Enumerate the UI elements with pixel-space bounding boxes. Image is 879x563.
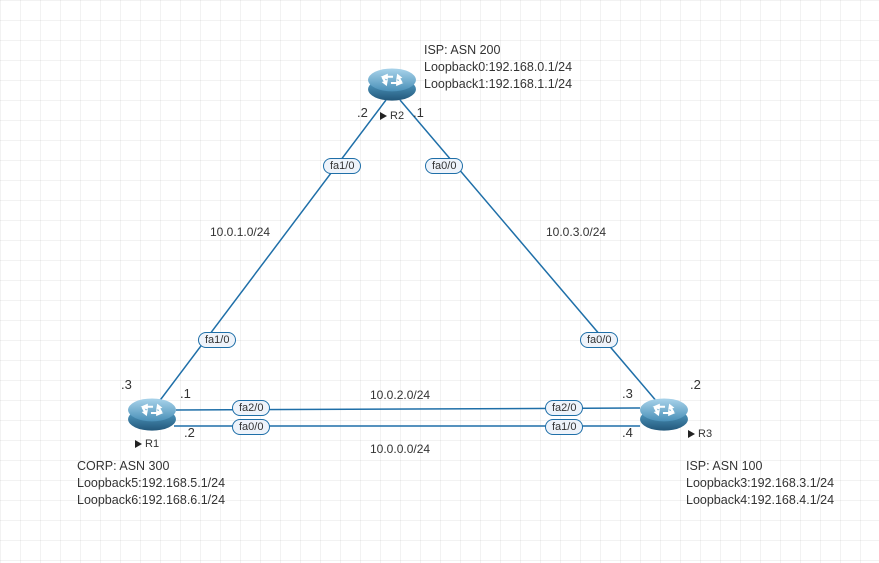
pill-r1-fa10: fa1/0	[198, 332, 236, 348]
r1-info: CORP: ASN 300 Loopback5:192.168.5.1/24 L…	[77, 458, 225, 509]
pill-r3-fa20: fa2/0	[545, 400, 583, 416]
r3-info: ISP: ASN 100 Loopback3:192.168.3.1/24 Lo…	[686, 458, 834, 509]
r2-lb0: Loopback0:192.168.0.1/24	[424, 59, 572, 76]
r1-host-botright: .2	[184, 425, 195, 440]
r3-host-topleft: .3	[622, 386, 633, 401]
r3-lb3: Loopback3:192.168.3.1/24	[686, 475, 834, 492]
play-icon	[135, 440, 142, 448]
router-r2-name: R2	[390, 110, 404, 122]
r3-lb4: Loopback4:192.168.4.1/24	[686, 492, 834, 509]
pill-r1-fa20: fa2/0	[232, 400, 270, 416]
link-r1-r2	[158, 100, 386, 403]
r2-title: ISP: ASN 200	[424, 42, 572, 59]
r3-title: ISP: ASN 100	[686, 458, 834, 475]
r3-host-up: .2	[690, 377, 701, 392]
r2-info: ISP: ASN 200 Loopback0:192.168.0.1/24 Lo…	[424, 42, 572, 93]
r1-host-up: .3	[121, 377, 132, 392]
router-r3-name: R3	[698, 428, 712, 440]
diagram-canvas: R2 .2 .1 ISP: ASN 200 Loopback0:192.168.…	[0, 0, 879, 563]
r1-host-topright: .1	[180, 386, 191, 401]
subnet-r2-r3: 10.0.3.0/24	[546, 225, 606, 239]
router-r3[interactable]	[638, 392, 690, 437]
pill-r3-fa10: fa1/0	[545, 419, 583, 435]
router-r2[interactable]	[366, 62, 418, 107]
subnet-r1-r2: 10.0.1.0/24	[210, 225, 270, 239]
r1-title: CORP: ASN 300	[77, 458, 225, 475]
router-r3-label: R3	[688, 428, 712, 440]
subnet-r1-r3-top: 10.0.2.0/24	[370, 388, 430, 402]
pill-r3-fa00: fa0/0	[580, 332, 618, 348]
pill-r1-fa00: fa0/0	[232, 419, 270, 435]
router-icon	[638, 392, 690, 434]
router-r1[interactable]	[126, 392, 178, 437]
router-icon	[366, 62, 418, 104]
pill-r2-fa00: fa0/0	[425, 158, 463, 174]
router-r1-label: R1	[135, 438, 159, 450]
r2-host-right: .1	[413, 105, 424, 120]
router-icon	[126, 392, 178, 434]
play-icon	[380, 112, 387, 120]
link-r2-r3	[400, 100, 658, 403]
router-r2-label: R2	[380, 110, 404, 122]
r2-lb1: Loopback1:192.168.1.1/24	[424, 76, 572, 93]
router-r1-name: R1	[145, 438, 159, 450]
r1-lb6: Loopback6:192.168.6.1/24	[77, 492, 225, 509]
r3-host-botleft: .4	[622, 425, 633, 440]
r2-host-left: .2	[357, 105, 368, 120]
pill-r2-fa10: fa1/0	[323, 158, 361, 174]
subnet-r1-r3-bot: 10.0.0.0/24	[370, 442, 430, 456]
r1-lb5: Loopback5:192.168.5.1/24	[77, 475, 225, 492]
play-icon	[688, 430, 695, 438]
